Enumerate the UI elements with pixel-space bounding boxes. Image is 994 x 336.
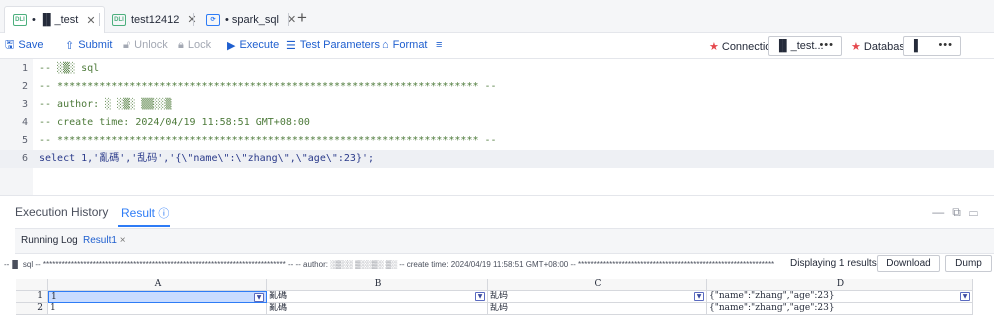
lock-icon: 🔒︎ xyxy=(178,38,184,51)
tab-divider xyxy=(288,13,289,26)
format-icon: ⌂ xyxy=(382,39,389,51)
tab-result[interactable]: Result ⓘ xyxy=(121,205,169,221)
maximize-icon[interactable]: ▭ xyxy=(969,205,986,219)
tab-label: test12412 xyxy=(131,13,180,26)
tab-current-test[interactable]: DLI • ▐▌_test ✕ xyxy=(4,6,105,33)
executed-sql-summary: --▐▌ sql -- ****************************… xyxy=(4,260,774,269)
sql-editor[interactable]: 1 -- ░▒░ sql 2 -- **********************… xyxy=(0,58,994,196)
list-menu-icon[interactable]: ≡ xyxy=(436,37,442,53)
active-tab-indicator xyxy=(118,225,170,227)
cell-dropdown-icon[interactable]: ▼ xyxy=(694,292,704,301)
editor-line: 4 -- create time: 2024/04/19 11:58:51 GM… xyxy=(21,117,310,128)
column-header[interactable]: B xyxy=(267,279,488,291)
lock-button[interactable]: 🔒︎ Lock xyxy=(178,37,211,53)
tab-divider xyxy=(193,13,194,26)
connection-select[interactable]: ▐▌_test... ••• xyxy=(768,36,842,56)
close-icon[interactable]: ✕ xyxy=(86,14,95,27)
tab-execution-history[interactable]: Execution History xyxy=(15,205,108,219)
table-cell[interactable]: 1 xyxy=(48,303,267,315)
editor-line: 5 -- ***********************************… xyxy=(21,135,497,146)
tab-label: • ▐▌_test xyxy=(32,14,79,26)
cell-dropdown-icon[interactable]: ▼ xyxy=(960,292,970,301)
editor-line-current: 6 select 1,'亂碼','乱码','{\"name\":\"zhang\… xyxy=(0,150,994,168)
editor-line: 2 -- ***********************************… xyxy=(21,81,497,92)
save-button[interactable]: 🖫 Save xyxy=(5,37,43,53)
editor-line: 3 -- author: ░ ░▒░ ▒▒░░▒ xyxy=(21,99,172,110)
save-icon: 🖫 xyxy=(5,38,15,51)
execute-button[interactable]: ▶ Execute xyxy=(227,37,279,53)
database-label: ★ Database xyxy=(851,41,911,53)
tab-bar: DLI • ▐▌_test ✕ DLI test12412 ✕ ⟳ • spar… xyxy=(0,0,994,33)
table-cell[interactable]: 乱码 ▼ xyxy=(488,291,707,303)
editor-toolbar: 🖫 Save ⇧ Submit 🔓︎ Unlock 🔒︎ Lock ▶ Execute ☰… xyxy=(0,33,994,58)
table-row: 1 1 ▼ 亂碼 ▼ 乱码 ▼ {"name":"zhang","age":23… xyxy=(16,291,991,303)
tab-test12412[interactable]: DLI test12412 ✕ xyxy=(104,6,205,33)
close-icon[interactable]: × xyxy=(120,235,126,246)
format-button[interactable]: ⌂ Format xyxy=(382,37,428,53)
result-info-bar: --▐▌ sql -- ****************************… xyxy=(0,254,994,274)
tab-label: • spark_sql xyxy=(225,13,279,26)
grid-header-row: A B C D xyxy=(16,279,991,291)
table-cell[interactable]: 乱码 xyxy=(488,303,707,315)
restore-icon[interactable]: ⧉ xyxy=(952,205,969,219)
more-icon[interactable]: ••• xyxy=(938,39,953,51)
play-icon: ▶ xyxy=(227,39,236,52)
row-number: 1 xyxy=(16,291,48,303)
unlock-button[interactable]: 🔓︎ Unlock xyxy=(123,37,168,53)
parameters-icon: ☰ xyxy=(286,39,296,52)
dli-file-icon: DLI xyxy=(13,14,27,26)
subtab-result1[interactable]: Result1 × xyxy=(83,235,126,246)
download-button[interactable]: Download xyxy=(877,255,940,272)
table-cell[interactable]: {"name":"zhang","age":23} ▼ xyxy=(707,291,973,303)
column-header[interactable]: D xyxy=(707,279,973,291)
result-grid: A B C D 1 1 ▼ 亂碼 ▼ 乱码 ▼ {"name":"zhang",… xyxy=(16,279,991,319)
row-number: 2 xyxy=(16,303,48,315)
test-parameters-button[interactable]: ☰ Test Parameters xyxy=(286,37,380,53)
grid-corner xyxy=(16,279,48,291)
add-tab-icon[interactable]: + xyxy=(297,8,307,28)
dli-file-icon: DLI xyxy=(112,13,126,26)
table-row: 2 1 亂碼 乱码 {"name":"zhang","age":23} xyxy=(16,303,991,315)
cell-dropdown-icon[interactable]: ▼ xyxy=(254,293,264,302)
help-icon[interactable]: ⓘ xyxy=(158,208,169,220)
table-cell-selected[interactable]: 1 ▼ xyxy=(48,291,267,303)
result-subtabs: Running Log Result1 × xyxy=(15,228,994,254)
table-cell[interactable]: 亂碼 xyxy=(267,303,488,315)
panel-controls: —⧉▭ xyxy=(932,205,986,220)
database-select[interactable]: ▐ ••• xyxy=(903,36,961,56)
editor-line: 1 -- ░▒░ sql xyxy=(21,63,100,74)
table-cell[interactable]: {"name":"zhang","age":23} xyxy=(707,303,973,315)
table-cell[interactable]: 亂碼 ▼ xyxy=(267,291,488,303)
tab-divider xyxy=(99,13,100,26)
minimize-icon[interactable]: — xyxy=(932,205,952,219)
column-header[interactable]: A xyxy=(48,279,267,291)
spark-file-icon: ⟳ xyxy=(206,13,220,26)
cell-dropdown-icon[interactable]: ▼ xyxy=(475,292,485,301)
submit-button[interactable]: ⇧ Submit xyxy=(65,37,112,53)
more-icon[interactable]: ••• xyxy=(819,39,834,51)
close-icon[interactable]: ✕ xyxy=(187,13,196,26)
column-header[interactable]: C xyxy=(488,279,707,291)
subtab-running-log[interactable]: Running Log xyxy=(21,235,78,246)
results-count: Displaying 1 results xyxy=(790,258,877,269)
unlock-icon: 🔓︎ xyxy=(123,38,131,51)
upload-icon: ⇧ xyxy=(65,39,75,52)
dump-button[interactable]: Dump xyxy=(945,255,992,272)
